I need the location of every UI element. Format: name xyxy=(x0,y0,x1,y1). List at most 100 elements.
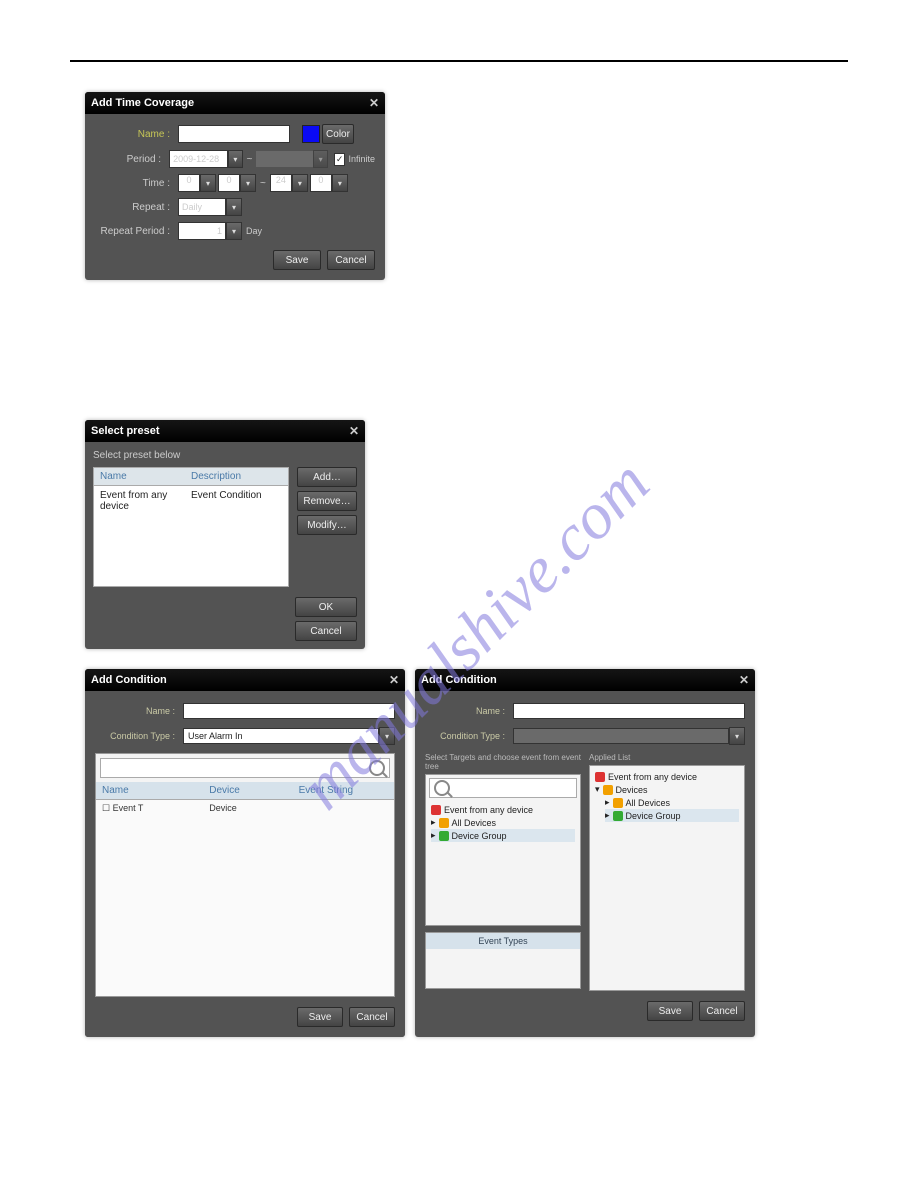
condition-type-select[interactable]: User Alarm In xyxy=(183,728,379,744)
color-button[interactable]: Color xyxy=(322,124,354,144)
time-from-h[interactable]: 0 xyxy=(178,174,200,192)
cancel-button[interactable]: Cancel xyxy=(327,250,375,270)
time-from-m[interactable]: 0 xyxy=(218,174,240,192)
folder-icon xyxy=(603,785,613,795)
ok-button[interactable]: OK xyxy=(295,597,357,617)
tree-item[interactable]: ▸ All Devices xyxy=(605,796,739,809)
col-name: Name xyxy=(100,471,191,482)
spinner-icon[interactable]: ▾ xyxy=(240,174,256,192)
search-bar[interactable] xyxy=(429,778,577,798)
preset-row[interactable]: Event from any device Event Condition xyxy=(100,490,282,512)
tree-item[interactable]: Event from any device xyxy=(431,804,575,816)
dropdown-icon[interactable]: ▾ xyxy=(226,198,242,216)
dialog-titlebar[interactable]: Add Condition ✕ xyxy=(415,669,755,691)
dialog-title: Add Condition xyxy=(91,674,167,686)
col-name: Name xyxy=(102,785,209,796)
targets-tree-panel: Event from any device ▸ All Devices ▸ De… xyxy=(425,774,581,926)
col-description: Description xyxy=(191,471,282,482)
dialog-title: Add Condition xyxy=(421,674,497,686)
event-icon xyxy=(431,805,441,815)
cond-name-input[interactable] xyxy=(513,703,745,719)
select-targets-label: Select Targets and choose event from eve… xyxy=(425,753,581,771)
separator-text: ~ xyxy=(260,178,266,189)
close-icon[interactable]: ✕ xyxy=(389,673,399,687)
col-event-string: Event String xyxy=(299,785,388,796)
save-button[interactable]: Save xyxy=(273,250,321,270)
condition-type-select[interactable] xyxy=(513,728,729,744)
folder-icon xyxy=(439,818,449,828)
remove-button[interactable]: Remove… xyxy=(297,491,357,511)
cancel-button[interactable]: Cancel xyxy=(295,621,357,641)
condition-list[interactable]: ☐ Event T Device xyxy=(96,800,394,996)
date-dropdown-icon[interactable]: ▾ xyxy=(228,150,242,168)
repeat-period-input[interactable]: 1 xyxy=(178,222,226,240)
dropdown-icon[interactable]: ▾ xyxy=(729,727,745,745)
select-preset-dialog: Select preset ✕ Select preset below Name… xyxy=(85,420,365,649)
date-dropdown-icon: ▾ xyxy=(313,150,327,168)
period-start-input[interactable]: 2009-12-28 xyxy=(169,150,228,168)
repeat-label: Repeat : xyxy=(95,202,170,213)
folder-icon xyxy=(613,798,623,808)
time-to-h[interactable]: 24 xyxy=(270,174,292,192)
applied-tree-panel: Event from any device ▾ Devices ▸ All De… xyxy=(589,765,745,991)
preset-list[interactable]: Event from any device Event Condition xyxy=(93,486,289,587)
add-time-coverage-dialog: Add Time Coverage ✕ Name : Color Period … xyxy=(85,92,385,280)
col-device: Device xyxy=(209,785,298,796)
dialog-title: Select preset xyxy=(91,425,159,437)
tree-item-selected[interactable]: ▸ Device Group xyxy=(605,809,739,822)
applied-list-label: Applied List xyxy=(589,753,745,762)
cancel-button[interactable]: Cancel xyxy=(699,1001,745,1021)
preset-list-header: Name Description xyxy=(93,467,289,486)
tree-item[interactable]: ▾ Devices xyxy=(595,783,739,796)
tree-item[interactable]: ▸ All Devices xyxy=(431,816,575,829)
search-icon xyxy=(369,760,385,776)
infinite-checkbox[interactable]: ✓ xyxy=(334,153,346,166)
dialog-titlebar[interactable]: Select preset ✕ xyxy=(85,420,365,442)
repeat-unit-label: Day xyxy=(246,226,262,236)
add-condition-dialog-b: Add Condition ✕ Name : Condition Type : … xyxy=(415,669,755,1037)
spinner-icon[interactable]: ▾ xyxy=(332,174,348,192)
tree-item-selected[interactable]: ▸ Device Group xyxy=(431,829,575,842)
event-types-header: Event Types xyxy=(426,933,580,949)
dialog-titlebar[interactable]: Add Condition ✕ xyxy=(85,669,405,691)
dialog-titlebar[interactable]: Add Time Coverage ✕ xyxy=(85,92,385,114)
spinner-icon[interactable]: ▾ xyxy=(200,174,216,192)
save-button[interactable]: Save xyxy=(297,1007,343,1027)
name-label: Name : xyxy=(425,706,505,716)
close-icon[interactable]: ✕ xyxy=(369,96,379,110)
cond-name-input[interactable] xyxy=(183,703,395,719)
close-icon[interactable]: ✕ xyxy=(349,424,359,438)
cancel-button[interactable]: Cancel xyxy=(349,1007,395,1027)
folder-icon xyxy=(439,831,449,841)
spinner-icon[interactable]: ▾ xyxy=(226,222,242,240)
event-icon xyxy=(595,772,605,782)
color-swatch[interactable] xyxy=(302,125,320,143)
name-input[interactable] xyxy=(178,125,290,143)
modify-button[interactable]: Modify… xyxy=(297,515,357,535)
folder-icon xyxy=(613,811,623,821)
condition-type-label: Condition Type : xyxy=(425,731,505,741)
condition-panel: Name Device Event String ☐ Event T Devic… xyxy=(95,753,395,997)
search-bar[interactable] xyxy=(100,758,390,778)
infinite-label: Infinite xyxy=(348,154,375,164)
name-label: Name : xyxy=(95,129,170,140)
repeat-select[interactable]: Daily xyxy=(178,198,226,216)
name-label: Name : xyxy=(95,706,175,716)
period-label: Period : xyxy=(95,154,161,165)
spinner-icon[interactable]: ▾ xyxy=(292,174,308,192)
close-icon[interactable]: ✕ xyxy=(739,673,749,687)
save-button[interactable]: Save xyxy=(647,1001,693,1021)
repeat-period-label: Repeat Period : xyxy=(95,226,170,237)
event-types-panel: Event Types xyxy=(425,932,581,989)
tree-item[interactable]: Event from any device xyxy=(595,771,739,783)
time-label: Time : xyxy=(95,178,170,189)
search-icon xyxy=(434,780,450,796)
add-button[interactable]: Add… xyxy=(297,467,357,487)
separator-text: ~ xyxy=(247,154,253,165)
list-row[interactable]: ☐ Event T Device xyxy=(102,803,388,814)
add-condition-dialog-a: Add Condition ✕ Name : Condition Type : … xyxy=(85,669,405,1037)
dropdown-icon[interactable]: ▾ xyxy=(379,727,395,745)
time-to-m[interactable]: 0 xyxy=(310,174,332,192)
list-header: Name Device Event String xyxy=(96,782,394,800)
dialog-title: Add Time Coverage xyxy=(91,97,194,109)
